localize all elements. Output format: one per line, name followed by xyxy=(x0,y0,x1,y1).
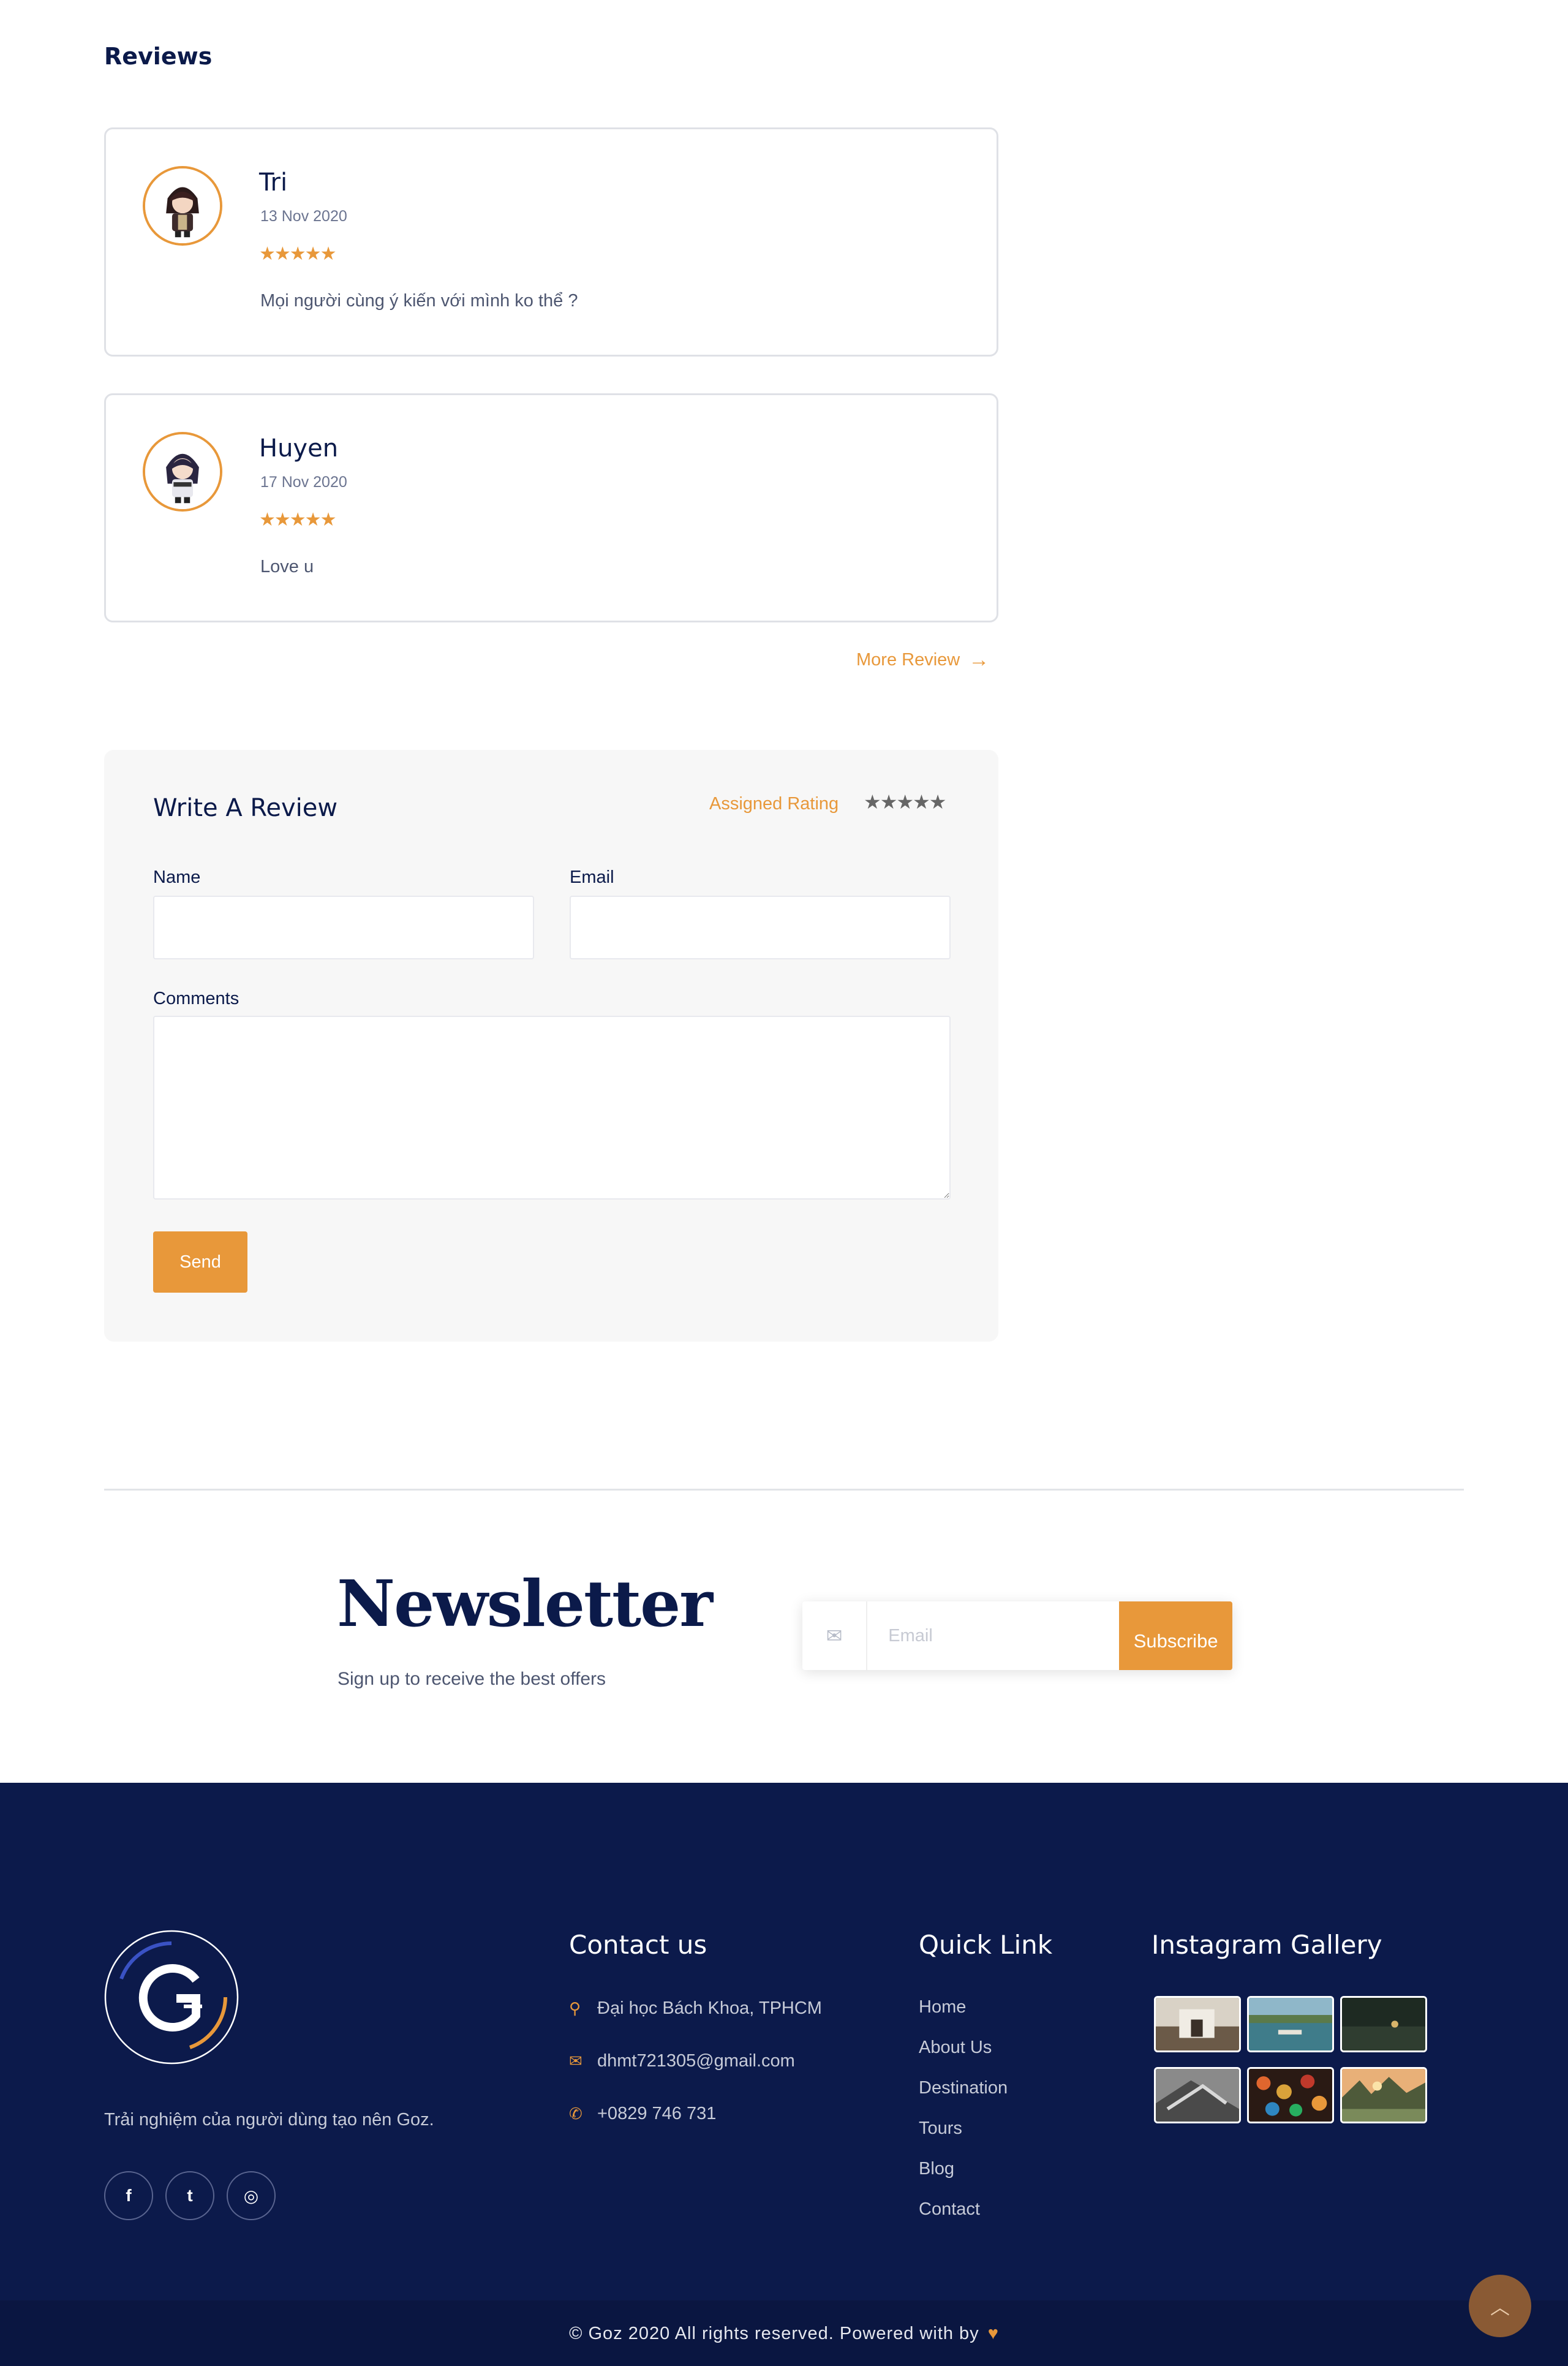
section-divider xyxy=(104,1489,1464,1491)
instagram-gallery-title: Instagram Gallery xyxy=(1152,1930,1382,1960)
phone-icon: ✆ xyxy=(569,2104,582,2123)
reviewer-name: Tri xyxy=(259,168,288,197)
email-label: Email xyxy=(570,867,614,887)
copyright: © Goz 2020 All rights reserved. Powered … xyxy=(0,2324,1568,2344)
assigned-rating-label: Assigned Rating xyxy=(709,794,839,814)
send-button[interactable]: Send xyxy=(153,1231,247,1293)
facebook-icon[interactable]: f xyxy=(104,2171,153,2220)
assigned-rating-stars[interactable]: ★★★★★ xyxy=(864,790,946,814)
name-label: Name xyxy=(153,867,201,887)
contact-phone[interactable]: ✆ +0829 746 731 xyxy=(569,2104,716,2124)
footer-tagline: Trải nghiệm của người dùng tạo nên Goz. xyxy=(104,2110,434,2130)
review-comment: Love u xyxy=(260,557,314,576)
gallery-image[interactable] xyxy=(1154,1996,1241,2052)
instagram-icon[interactable]: ◎ xyxy=(227,2171,276,2220)
comments-label: Comments xyxy=(153,989,239,1008)
quick-link-blog[interactable]: Blog xyxy=(919,2159,954,2179)
heart-icon: ♥ xyxy=(987,2324,999,2343)
copyright-text: © Goz 2020 All rights reserved. Powered … xyxy=(569,2324,979,2343)
map-pin-icon: ⚲ xyxy=(569,1999,581,2017)
contact-us-title: Contact us xyxy=(569,1930,707,1960)
quick-link-tours[interactable]: Tours xyxy=(919,2118,962,2139)
email-text: dhmt721305@gmail.com xyxy=(597,2051,795,2071)
twitter-icon[interactable]: t xyxy=(165,2171,214,2220)
goz-logo[interactable] xyxy=(104,1930,239,2065)
gallery-image[interactable] xyxy=(1247,1996,1334,2052)
star-rating: ★★★★★ xyxy=(259,510,336,530)
write-review-form: Write A Review Assigned Rating ★★★★★ Nam… xyxy=(104,750,998,1342)
comments-field[interactable] xyxy=(153,1016,951,1200)
review-date: 13 Nov 2020 xyxy=(260,208,347,225)
gallery-image[interactable] xyxy=(1154,2067,1241,2123)
star-rating: ★★★★★ xyxy=(259,244,336,264)
newsletter-subtitle: Sign up to receive the best offers xyxy=(337,1669,606,1689)
more-review-link[interactable]: More Review → xyxy=(856,648,989,672)
back-to-top-button[interactable]: ︿ xyxy=(1469,2275,1531,2337)
review-card: Tri 13 Nov 2020 ★★★★★ Mọi người cùng ý k… xyxy=(104,127,998,357)
quick-link-title: Quick Link xyxy=(919,1930,1053,1960)
email-field[interactable] xyxy=(570,896,951,959)
phone-text: +0829 746 731 xyxy=(597,2104,717,2123)
reviews-heading: Reviews xyxy=(104,43,213,70)
gallery-image[interactable] xyxy=(1247,2067,1334,2123)
gallery-image[interactable] xyxy=(1340,1996,1427,2052)
chevron-up-icon: ︿ xyxy=(1490,2296,1510,2318)
contact-email[interactable]: ✉ dhmt721305@gmail.com xyxy=(569,2051,795,2071)
quick-link-destination[interactable]: Destination xyxy=(919,2078,1008,2098)
address-text: Đại học Bách Khoa, TPHCM xyxy=(597,1998,822,2018)
name-field[interactable] xyxy=(153,896,534,959)
quick-link-contact[interactable]: Contact xyxy=(919,2199,980,2220)
reviewer-name: Huyen xyxy=(259,434,339,463)
arrow-right-icon: → xyxy=(968,648,990,671)
newsletter-title: Newsletter xyxy=(337,1566,713,1641)
review-comment: Mọi người cùng ý kiến với mình ko thể ? xyxy=(260,291,578,311)
subscribe-button[interactable]: Subscribe xyxy=(1119,1601,1232,1670)
quick-link-about-us[interactable]: About Us xyxy=(919,2038,992,2058)
newsletter-email-input[interactable] xyxy=(867,1601,1120,1670)
newsletter-form: ✉ Subscribe xyxy=(802,1601,1232,1670)
gallery-image[interactable] xyxy=(1340,2067,1427,2123)
quick-link-home[interactable]: Home xyxy=(919,1997,966,2017)
write-review-title: Write A Review xyxy=(153,794,338,822)
review-card: Huyen 17 Nov 2020 ★★★★★ Love u xyxy=(104,393,998,622)
envelope-icon: ✉ xyxy=(802,1601,868,1670)
reviewer-avatar xyxy=(143,166,222,246)
envelope-icon: ✉ xyxy=(569,2052,582,2070)
reviewer-avatar xyxy=(143,432,222,512)
more-review-label: More Review xyxy=(856,650,960,670)
contact-address: ⚲ Đại học Bách Khoa, TPHCM xyxy=(569,1998,822,2019)
review-date: 17 Nov 2020 xyxy=(260,474,347,491)
